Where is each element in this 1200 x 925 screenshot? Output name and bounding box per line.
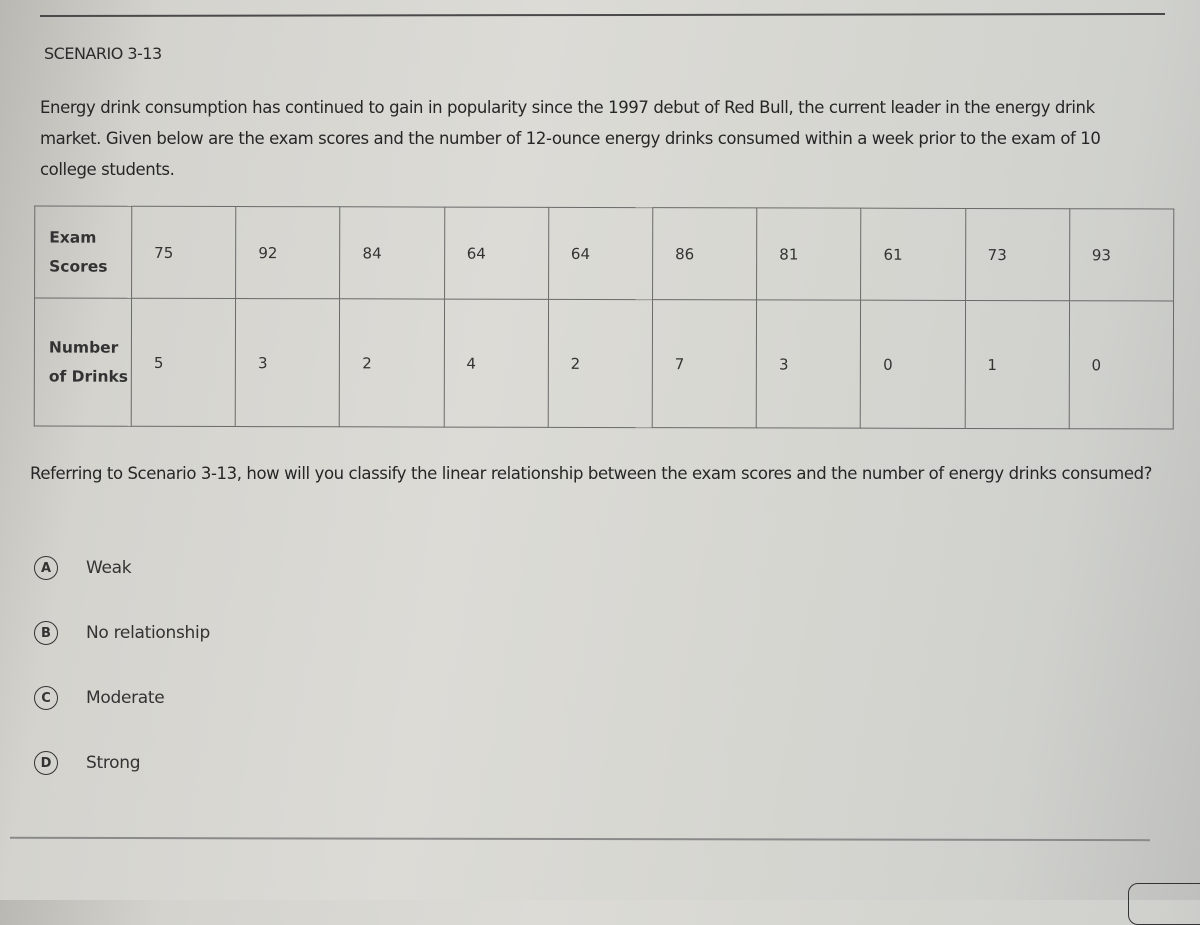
answer-option-a[interactable]: A Weak <box>34 556 132 580</box>
table-cell: 7 <box>652 299 757 428</box>
table-cell: 4 <box>443 299 549 428</box>
table-cell: 75 <box>131 206 236 299</box>
table-cell: 64 <box>548 207 653 300</box>
option-label: Weak <box>86 558 132 578</box>
option-label: No relationship <box>86 623 210 643</box>
top-divider <box>39 13 1166 17</box>
table-row-number-of-drinks: Number of Drinks 5 3 2 4 2 7 3 0 1 0 <box>34 298 1174 429</box>
table-cell: 86 <box>652 207 757 300</box>
option-letter-badge: C <box>34 686 58 710</box>
row-header: Number of Drinks <box>34 298 132 427</box>
question-prompt: Referring to Scenario 3-13, how will you… <box>30 464 1152 483</box>
scenario-title: SCENARIO 3-13 <box>44 44 162 63</box>
table-cell: 2 <box>339 298 445 428</box>
data-table: Exam Scores 75 92 84 64 64 86 81 61 73 9… <box>34 206 1175 430</box>
table-cell: 3 <box>756 299 861 429</box>
table-cell: 0 <box>1068 300 1174 429</box>
table-cell: 93 <box>1069 208 1174 301</box>
table-cell: 73 <box>965 208 1070 301</box>
answer-option-c[interactable]: C Moderate <box>34 686 165 710</box>
table-cell: 64 <box>444 207 549 300</box>
option-label: Strong <box>86 753 141 773</box>
option-label: Moderate <box>86 688 165 708</box>
scenario-description: Energy drink consumption has continued t… <box>40 98 1101 179</box>
answer-option-d[interactable]: D Strong <box>34 751 141 775</box>
partial-button[interactable] <box>1128 883 1200 925</box>
option-letter-badge: D <box>34 751 58 775</box>
table-cell: 81 <box>756 207 862 301</box>
table-row-exam-scores: Exam Scores 75 92 84 64 64 86 81 61 73 9… <box>34 206 1174 301</box>
table-cell: 61 <box>860 208 966 301</box>
row-header: Exam Scores <box>34 206 132 299</box>
table-cell: 2 <box>547 299 653 428</box>
option-letter-badge: A <box>34 556 58 580</box>
table-cell: 5 <box>131 298 236 427</box>
bottom-divider <box>9 836 1151 841</box>
table-cell: 0 <box>860 300 966 429</box>
table-cell: 84 <box>339 206 445 300</box>
table-cell: 1 <box>964 300 1070 429</box>
option-letter-badge: B <box>34 621 58 645</box>
table-cell: 92 <box>235 206 341 299</box>
table-cell: 3 <box>235 298 340 427</box>
answer-option-b[interactable]: B No relationship <box>34 621 210 645</box>
